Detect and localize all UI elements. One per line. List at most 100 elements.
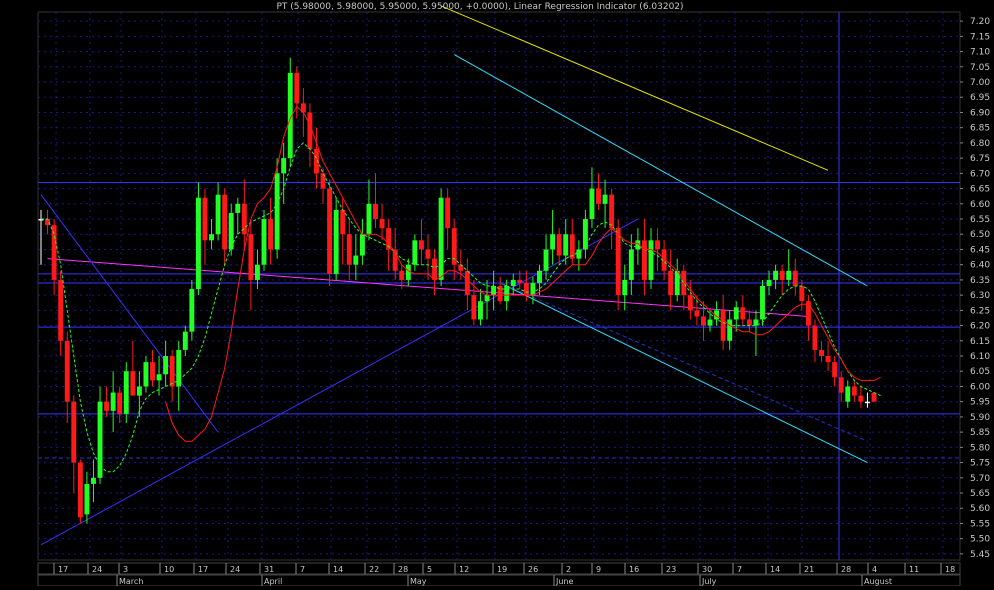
y-tick-label: 6.10 — [970, 352, 990, 362]
candle-body — [195, 197, 201, 290]
y-tick-label: 6.05 — [970, 367, 990, 377]
candle-body — [812, 325, 818, 350]
candle-body — [117, 392, 123, 414]
candle-body — [169, 356, 175, 387]
candle-body — [864, 401, 870, 404]
candle-body — [523, 282, 529, 296]
candle-body — [150, 362, 155, 381]
candle-body — [274, 173, 280, 250]
candle-body — [530, 282, 536, 296]
candle-body — [163, 356, 169, 375]
candle-body — [222, 194, 228, 250]
candle-body — [261, 219, 267, 265]
candle-body — [418, 240, 424, 250]
candle-body — [228, 212, 234, 250]
candle-body — [687, 295, 693, 311]
candle-body — [353, 255, 359, 265]
candle-body — [333, 209, 339, 274]
x-axis-month-band — [37, 574, 961, 587]
x-tick-label: 5 — [427, 565, 432, 574]
candle-body — [143, 362, 149, 387]
candle-body — [412, 240, 418, 265]
y-tick-label: 6.25 — [970, 306, 990, 316]
candle-body — [64, 340, 70, 402]
y-tick-label: 7.20 — [970, 17, 990, 27]
x-tick-label: 7 — [737, 565, 742, 574]
y-tick-label: 5.65 — [970, 489, 990, 499]
x-tick-label: 28 — [841, 565, 851, 574]
x-tick-label: 30 — [702, 565, 712, 574]
candle-body — [668, 270, 674, 296]
chart-canvas: 7.20 7.15 7.10 7.05 7.00 6.95 6.90 6.85 6.80 6.75… — [37, 5, 990, 587]
candle-body — [209, 234, 214, 241]
candle-body — [215, 194, 221, 235]
candle-body — [760, 286, 765, 320]
x-tick-label: 17 — [58, 565, 68, 574]
y-tick-label: 6.60 — [970, 200, 990, 210]
candle-body — [602, 194, 608, 204]
candle-body — [655, 240, 661, 250]
candle-body — [615, 228, 621, 296]
candle-body — [156, 374, 162, 381]
candle-body — [254, 264, 260, 280]
candle-body — [582, 219, 588, 250]
candle-body — [359, 234, 365, 256]
candle-body — [484, 295, 490, 302]
candle-body — [851, 386, 857, 396]
candle-body — [110, 392, 116, 411]
candle-body — [845, 386, 851, 402]
x-tick-label: 23 — [666, 565, 676, 574]
candle-body — [766, 279, 772, 286]
x-tick-label: 31 — [264, 565, 274, 574]
candle-body — [589, 188, 595, 220]
x-tick-label: 28 — [398, 565, 408, 574]
candle-body — [235, 203, 241, 213]
candle-body — [701, 316, 706, 326]
y-tick-label: 6.00 — [970, 382, 990, 392]
candle-body — [858, 395, 864, 402]
candle-body — [792, 270, 798, 286]
candle-body — [694, 310, 700, 317]
candle-body — [556, 234, 562, 256]
x-tick-label: 24 — [230, 565, 240, 574]
x-tick-label: 11 — [909, 565, 919, 574]
x-tick-label: 22 — [369, 565, 379, 574]
candle-body — [727, 319, 733, 341]
y-tick-label: 6.50 — [970, 230, 990, 240]
candle-body — [268, 219, 274, 250]
candle-body — [733, 307, 739, 320]
candle-body — [182, 331, 188, 350]
y-tick-label: 6.90 — [970, 108, 990, 118]
y-tick-label: 7.10 — [970, 48, 990, 58]
candle-body — [563, 234, 569, 256]
y-tick-label: 6.35 — [970, 276, 990, 286]
x-month-label: August — [864, 577, 892, 586]
candle-body — [740, 307, 746, 320]
candle-body — [327, 188, 333, 274]
y-tick-label: 6.55 — [970, 215, 990, 225]
y-tick-label: 6.95 — [970, 93, 990, 103]
y-tick-label: 5.80 — [970, 443, 990, 453]
x-tick-label: 9 — [596, 565, 601, 574]
candle-body — [373, 203, 378, 220]
candle-body — [366, 203, 372, 235]
candle-body — [84, 483, 90, 515]
x-tick-label: 14 — [333, 565, 343, 574]
y-tick-label: 6.45 — [970, 245, 990, 255]
candle-body — [622, 279, 628, 296]
candle-body — [405, 264, 411, 280]
y-tick-label: 5.90 — [970, 413, 990, 423]
candle-body — [202, 197, 208, 241]
y-tick-label: 5.95 — [970, 398, 990, 408]
x-tick-label: 26 — [528, 565, 538, 574]
y-tick-label: 5.60 — [970, 504, 990, 514]
candle-body — [379, 219, 385, 229]
candle-body — [825, 356, 831, 363]
candle-body — [130, 371, 136, 396]
x-month-label: April — [264, 577, 282, 586]
y-tick-label: 5.85 — [970, 428, 990, 438]
candle-body — [504, 286, 510, 302]
x-tick-label: 4 — [872, 565, 877, 574]
x-month-label: May — [410, 577, 427, 586]
y-tick-label: 7.15 — [970, 32, 990, 42]
